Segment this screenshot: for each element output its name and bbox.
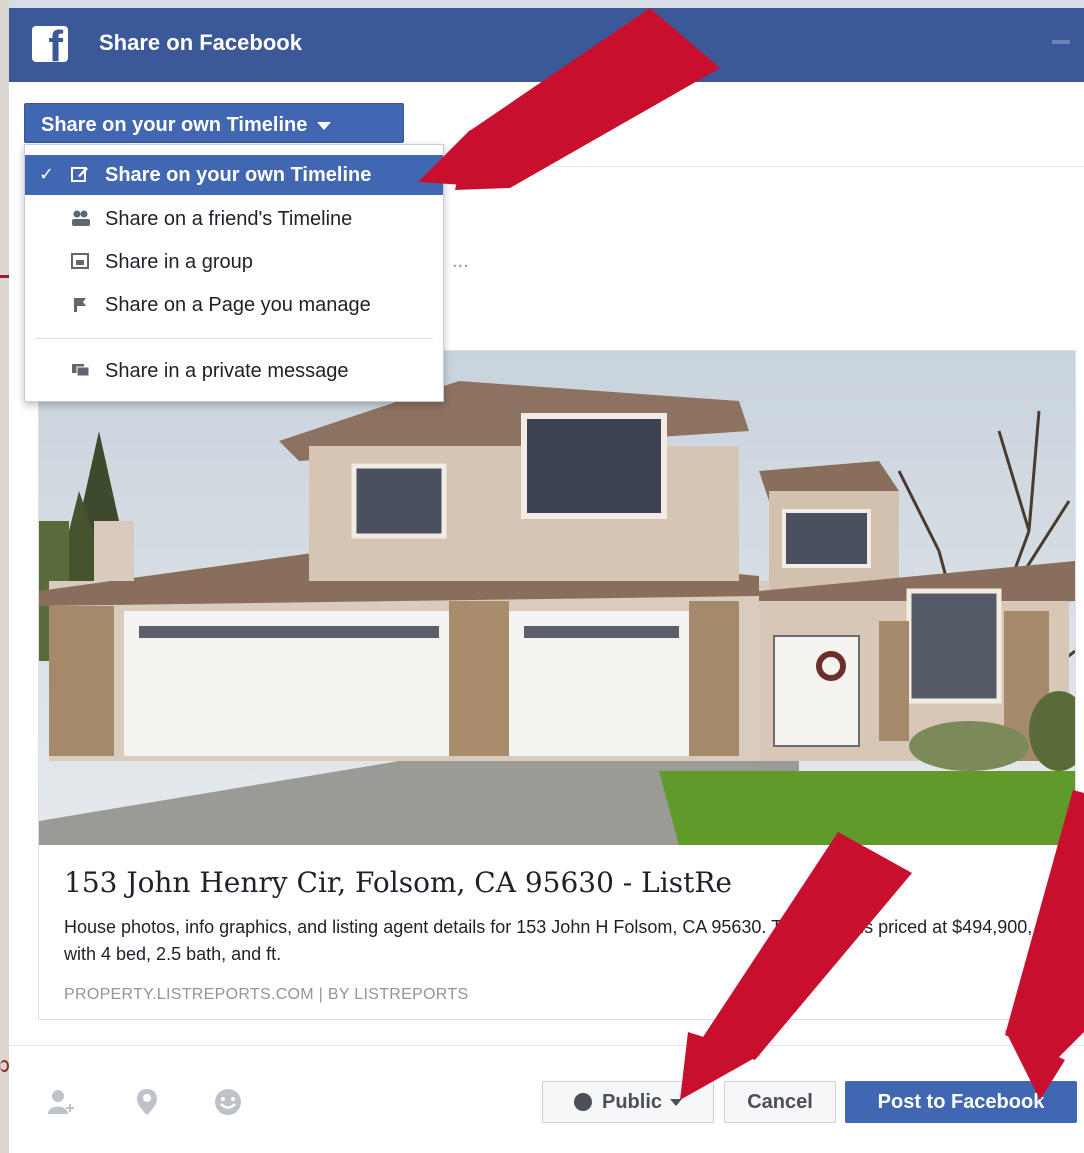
caret-down-icon [317, 121, 332, 130]
menu-item-friends-timeline[interactable]: Share on a friend's Timeline [25, 199, 443, 239]
composer-placeholder[interactable]: ... [452, 250, 469, 273]
share-destination-label: Share on your own Timeline [41, 114, 308, 136]
location-pin-icon[interactable] [136, 1088, 158, 1123]
group-icon [71, 252, 89, 270]
menu-item-group[interactable]: Share in a group [25, 242, 443, 282]
feeling-icon[interactable] [214, 1088, 242, 1123]
share-dialog: f Share on Facebook Share on your own Ti… [9, 0, 1084, 1153]
privacy-selector-button[interactable]: Public [542, 1081, 714, 1123]
menu-item-label: Share in a group [105, 251, 253, 273]
dialog-title: Share on Facebook [99, 30, 302, 55]
share-destination-button[interactable]: Share on your own Timeline [24, 103, 404, 143]
menu-item-label: Share on a friend's Timeline [105, 208, 353, 230]
house-photo-illustration [39, 351, 1075, 845]
divider [412, 166, 1084, 167]
post-to-facebook-button[interactable]: Post to Facebook [845, 1081, 1077, 1123]
listing-photo [39, 351, 1075, 845]
menu-item-private-message[interactable]: Share in a private message [25, 351, 443, 391]
share-destination-menu: ✓ Share on your own Timeline Share on a … [24, 144, 444, 402]
menu-item-label: Share on your own Timeline [105, 164, 372, 186]
menu-divider [35, 338, 433, 339]
dialog-header: f Share on Facebook [9, 0, 1084, 82]
compose-icon [71, 165, 89, 183]
tag-friends-icon[interactable] [47, 1088, 77, 1123]
menu-item-label: Share on a Page you manage [105, 294, 371, 316]
background-strip [0, 0, 9, 1153]
menu-item-own-timeline[interactable]: ✓ Share on your own Timeline [25, 155, 443, 195]
facebook-logo-icon: f [32, 26, 68, 62]
footer-divider [9, 1045, 1084, 1046]
privacy-label: Public [601, 1091, 662, 1113]
header-menu-icon[interactable] [1052, 40, 1070, 44]
caret-down-icon [670, 1099, 682, 1107]
friends-icon [71, 209, 90, 227]
link-title[interactable]: 153 John Henry Cir, Folsom, CA 95630 - L… [64, 866, 732, 899]
globe-icon [573, 1093, 592, 1111]
link-preview-card[interactable]: 153 John Henry Cir, Folsom, CA 95630 - L… [38, 350, 1076, 1020]
checkmark-icon: ✓ [39, 164, 55, 184]
flag-icon [71, 295, 89, 313]
cancel-button[interactable]: Cancel [724, 1081, 836, 1123]
link-domain: PROPERTY.LISTREPORTS.COM | BY LISTREPORT… [64, 986, 469, 1003]
menu-item-page[interactable]: Share on a Page you manage [25, 285, 443, 325]
menu-item-label: Share in a private message [105, 360, 349, 382]
message-icon [71, 361, 90, 379]
background-accent-curve [0, 1060, 9, 1072]
link-description: House photos, info graphics, and listing… [64, 917, 1033, 964]
